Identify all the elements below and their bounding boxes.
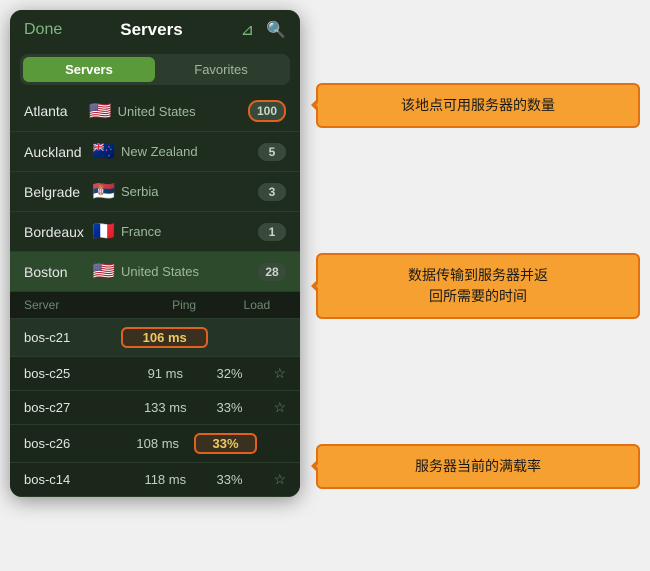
sub-server-ping: 106 ms	[121, 327, 208, 348]
annotation-load: 服务器当前的满载率	[316, 444, 640, 489]
sub-server-ping: 108 ms	[121, 436, 194, 451]
country-label: Serbia	[121, 184, 258, 199]
done-button[interactable]: Done	[24, 21, 62, 39]
server-count: 3	[258, 183, 286, 201]
server-row-bordeaux[interactable]: Bordeaux 🇫🇷 France 1	[10, 212, 300, 252]
flag-rs: 🇷🇸	[93, 181, 115, 202]
sub-server-ping: 118 ms	[127, 472, 204, 487]
city-label: Boston	[24, 264, 93, 280]
sub-server-row-bosc21[interactable]: bos-c21 106 ms	[10, 319, 300, 357]
sub-server-row-bosc14[interactable]: bos-c14 118 ms 33% ☆	[10, 463, 300, 497]
server-count: 1	[258, 223, 286, 241]
annotation-server-count: 该地点可用服务器的数量	[316, 83, 640, 128]
sub-header: Server Ping Load	[10, 292, 300, 319]
server-row-boston[interactable]: Boston 🇺🇸 United States 28	[10, 252, 300, 292]
flag-fr: 🇫🇷	[93, 221, 115, 242]
country-label: United States	[121, 264, 258, 279]
server-count: 100	[248, 100, 286, 122]
sub-server-row-bosc25[interactable]: bos-c25 91 ms 32% ☆	[10, 357, 300, 391]
sub-server-name: bos-c27	[24, 400, 127, 415]
sub-server-load: 33%	[194, 433, 257, 454]
country-label: United States	[118, 104, 248, 119]
sub-server-name: bos-c26	[24, 436, 121, 451]
page-title: Servers	[120, 20, 182, 40]
sub-server-ping: 91 ms	[127, 366, 204, 381]
filter-icon[interactable]: ⊿	[241, 20, 254, 40]
sub-server-name: bos-c14	[24, 472, 127, 487]
col-ping-label: Ping	[140, 298, 227, 312]
flag-nz: 🇳🇿	[93, 141, 115, 162]
sub-server-row-bosc26[interactable]: bos-c26 108 ms 33%	[10, 425, 300, 463]
favorite-star[interactable]: ☆	[255, 365, 286, 382]
col-server-label: Server	[24, 298, 140, 312]
tab-servers[interactable]: Servers	[23, 57, 155, 82]
tab-bar: Servers Favorites	[20, 54, 290, 85]
city-label: Atlanta	[24, 103, 89, 119]
top-bar: Done Servers ⊿ 🔍	[10, 10, 300, 50]
server-row-auckland[interactable]: Auckland 🇳🇿 New Zealand 5	[10, 132, 300, 172]
favorite-star[interactable]: ☆	[255, 471, 286, 488]
city-label: Auckland	[24, 144, 93, 160]
server-count: 5	[258, 143, 286, 161]
annotations-panel: 该地点可用服务器的数量 数据传输到服务器并返回所需要的时间 服务器当前的满载率	[300, 0, 650, 571]
sub-server-row-bosc27[interactable]: bos-c27 133 ms 33% ☆	[10, 391, 300, 425]
server-row-atlanta[interactable]: Atlanta 🇺🇸 United States 100	[10, 91, 300, 132]
annotation-ping: 数据传输到服务器并返回所需要的时间	[316, 253, 640, 319]
server-count: 28	[258, 263, 286, 281]
city-label: Belgrade	[24, 184, 93, 200]
country-label: New Zealand	[121, 144, 258, 159]
top-bar-icons: ⊿ 🔍	[241, 20, 286, 40]
search-icon[interactable]: 🔍	[266, 20, 286, 40]
flag-us: 🇺🇸	[89, 101, 111, 122]
sub-server-ping: 133 ms	[127, 400, 204, 415]
sub-server-load: 33%	[204, 472, 255, 487]
main-wrapper: Done Servers ⊿ 🔍 Servers Favorites Atlan…	[0, 0, 650, 571]
col-load-label: Load	[228, 298, 286, 312]
country-label: France	[121, 224, 258, 239]
city-label: Bordeaux	[24, 224, 93, 240]
tab-favorites[interactable]: Favorites	[155, 57, 287, 82]
sub-server-load: 32%	[204, 366, 255, 381]
favorite-star[interactable]: ☆	[255, 399, 286, 416]
phone-panel: Done Servers ⊿ 🔍 Servers Favorites Atlan…	[10, 10, 300, 497]
server-row-belgrade[interactable]: Belgrade 🇷🇸 Serbia 3	[10, 172, 300, 212]
sub-server-load: 33%	[204, 400, 255, 415]
flag-us2: 🇺🇸	[93, 261, 115, 282]
sub-server-name: bos-c25	[24, 366, 127, 381]
sub-server-name: bos-c21	[24, 330, 121, 345]
